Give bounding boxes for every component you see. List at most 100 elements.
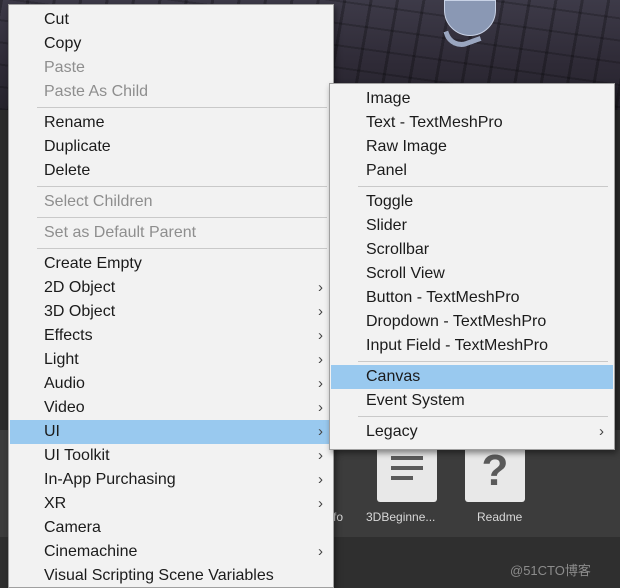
menu-item-label: Audio <box>44 375 85 392</box>
chevron-right-icon: › <box>318 279 323 296</box>
menu-item-ui-toolkit[interactable]: UI Toolkit › <box>10 444 332 468</box>
menu-item-label: Slider <box>366 217 407 234</box>
menu-item-label: Image <box>366 90 411 107</box>
menu-item-legacy[interactable]: Legacy › <box>331 420 613 444</box>
menu-item-label: Rename <box>44 114 105 131</box>
menu-item-3d-object[interactable]: 3D Object › <box>10 300 332 324</box>
chevron-right-icon: › <box>318 351 323 368</box>
chevron-right-icon: › <box>318 447 323 464</box>
chevron-right-icon: › <box>318 375 323 392</box>
menu-item-label: Cinemachine <box>44 543 138 560</box>
menu-item-label: Cut <box>44 11 69 28</box>
menu-separator <box>358 361 608 362</box>
menu-item-camera[interactable]: Camera <box>10 516 332 540</box>
asset-label[interactable]: Readme <box>477 510 522 524</box>
menu-item-label: 2D Object <box>44 279 116 296</box>
menu-item-label: Toggle <box>366 193 414 210</box>
menu-item-input-field-textmeshpro[interactable]: Input Field - TextMeshPro <box>331 334 613 358</box>
menu-separator <box>358 416 608 417</box>
menu-item-duplicate[interactable]: Duplicate <box>10 135 332 159</box>
menu-item-label: Copy <box>44 35 82 52</box>
menu-item-video[interactable]: Video › <box>10 396 332 420</box>
chevron-right-icon: › <box>318 543 323 560</box>
menu-item-light[interactable]: Light › <box>10 348 332 372</box>
menu-item-raw-image[interactable]: Raw Image <box>331 135 613 159</box>
menu-item-effects[interactable]: Effects › <box>10 324 332 348</box>
menu-item-label: Scroll View <box>366 265 445 282</box>
menu-item-label: Scrollbar <box>366 241 430 258</box>
menu-item-rename[interactable]: Rename <box>10 111 332 135</box>
menu-item-copy[interactable]: Copy <box>10 32 332 56</box>
menu-item-label: In-App Purchasing <box>44 471 176 488</box>
menu-item-label: Panel <box>366 162 407 179</box>
hierarchy-context-menu: Cut Copy Paste Paste As Child Rename Duplicat… <box>8 4 334 588</box>
menu-separator <box>37 217 327 218</box>
menu-item-label: Effects <box>44 327 93 344</box>
menu-item-label: 3D Object <box>44 303 116 320</box>
watermark: @51CTO博客 <box>510 563 591 578</box>
chevron-right-icon: › <box>318 327 323 344</box>
menu-item-delete[interactable]: Delete <box>10 159 332 183</box>
menu-item-paste: Paste <box>10 56 332 80</box>
menu-item-ui[interactable]: UI › <box>10 420 332 444</box>
menu-item-label: UI <box>44 423 60 440</box>
menu-item-xr[interactable]: XR › <box>10 492 332 516</box>
menu-separator <box>358 186 608 187</box>
menu-item-label: Event System <box>366 392 465 409</box>
menu-item-image[interactable]: Image <box>331 87 613 111</box>
menu-item-paste-as-child: Paste As Child <box>10 80 332 104</box>
menu-item-label: Delete <box>44 162 91 179</box>
menu-item-cut[interactable]: Cut <box>10 8 332 32</box>
asset-label[interactable]: 3DBeginne... <box>366 510 435 524</box>
menu-item-label: Canvas <box>366 368 421 385</box>
menu-item-label: Visual Scripting Scene Variables <box>44 567 274 584</box>
menu-item-label: Light <box>44 351 79 368</box>
menu-item-create-empty[interactable]: Create Empty <box>10 252 332 276</box>
chevron-right-icon: › <box>318 399 323 416</box>
menu-item-label: Button - TextMeshPro <box>366 289 520 306</box>
chevron-right-icon: › <box>318 495 323 512</box>
menu-item-label: Input Field - TextMeshPro <box>366 337 549 354</box>
menu-item-label: XR <box>44 495 67 512</box>
menu-item-button-textmeshpro[interactable]: Button - TextMeshPro <box>331 286 613 310</box>
menu-item-label: Raw Image <box>366 138 447 155</box>
asset-question-icon[interactable]: ? <box>465 442 525 502</box>
menu-separator <box>37 186 327 187</box>
chevron-right-icon: › <box>318 303 323 320</box>
menu-item-cinemachine[interactable]: Cinemachine › <box>10 540 332 564</box>
chevron-right-icon: › <box>318 423 323 440</box>
menu-item-visual-scripting-scene-variables[interactable]: Visual Scripting Scene Variables <box>10 564 332 588</box>
menu-item-label: Paste As Child <box>44 83 149 100</box>
menu-item-label: UI Toolkit <box>44 447 110 464</box>
menu-item-select-children: Select Children <box>10 190 332 214</box>
menu-item-scrollbar[interactable]: Scrollbar <box>331 238 613 262</box>
chevron-right-icon: › <box>318 471 323 488</box>
menu-item-label: Create Empty <box>44 255 142 272</box>
menu-item-scroll-view[interactable]: Scroll View <box>331 262 613 286</box>
menu-item-label: Set as Default Parent <box>44 224 197 241</box>
menu-item-label: Duplicate <box>44 138 111 155</box>
menu-item-set-as-default-parent: Set as Default Parent <box>10 221 332 245</box>
asset-document-icon[interactable] <box>377 442 437 502</box>
menu-item-dropdown-textmeshpro[interactable]: Dropdown - TextMeshPro <box>331 310 613 334</box>
ui-submenu: Image Text - TextMeshPro Raw Image Panel Tog… <box>329 83 615 450</box>
menu-item-slider[interactable]: Slider <box>331 214 613 238</box>
menu-item-2d-object[interactable]: 2D Object › <box>10 276 332 300</box>
menu-item-label: Paste <box>44 59 85 76</box>
menu-item-label: Legacy <box>366 423 418 440</box>
menu-item-label: Dropdown - TextMeshPro <box>366 313 547 330</box>
asset-label-fragment: fo <box>333 510 344 524</box>
menu-item-event-system[interactable]: Event System <box>331 389 613 413</box>
menu-item-canvas[interactable]: Canvas <box>331 365 613 389</box>
menu-item-text-textmeshpro[interactable]: Text - TextMeshPro <box>331 111 613 135</box>
menu-item-audio[interactable]: Audio › <box>10 372 332 396</box>
menu-item-label: Video <box>44 399 85 416</box>
chevron-right-icon: › <box>599 423 604 440</box>
menu-item-in-app-purchasing[interactable]: In-App Purchasing › <box>10 468 332 492</box>
menu-item-panel[interactable]: Panel <box>331 159 613 183</box>
menu-item-label: Text - TextMeshPro <box>366 114 503 131</box>
menu-item-label: Camera <box>44 519 101 536</box>
menu-separator <box>37 107 327 108</box>
menu-separator <box>37 248 327 249</box>
menu-item-toggle[interactable]: Toggle <box>331 190 613 214</box>
